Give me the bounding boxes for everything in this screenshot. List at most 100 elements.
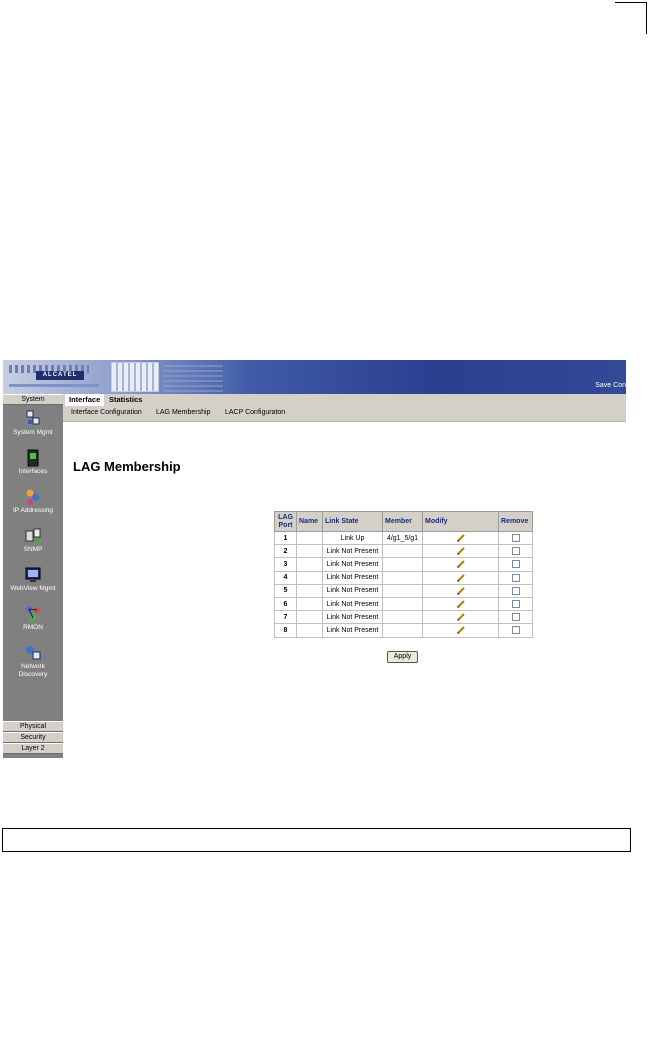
pencil-icon[interactable] bbox=[456, 533, 466, 543]
nav-label: IP Addressing bbox=[13, 507, 53, 514]
save-config-link[interactable]: Save Con bbox=[595, 382, 626, 389]
nav-physical-button[interactable]: Physical bbox=[3, 721, 63, 732]
cell-link-state: Link Not Present bbox=[322, 557, 383, 572]
table-row: 6 Link Not Present bbox=[274, 596, 533, 612]
cell-link-state: Link Not Present bbox=[322, 583, 383, 598]
nav-item-interfaces[interactable]: Interfaces bbox=[3, 449, 63, 476]
network-discovery-icon bbox=[26, 646, 41, 660]
rmon-icon bbox=[26, 606, 40, 622]
remove-checkbox[interactable] bbox=[511, 560, 520, 569]
cell-member bbox=[382, 583, 423, 598]
cell-member bbox=[382, 544, 423, 559]
nav-item-webview-mgmt[interactable]: WebView Mgmt bbox=[3, 566, 63, 593]
banner-background-art bbox=[163, 364, 223, 392]
cell-member bbox=[382, 557, 423, 572]
banner-device-image bbox=[111, 362, 159, 392]
caption-frame bbox=[2, 828, 631, 852]
cell-port: 3 bbox=[274, 557, 297, 572]
table-row: 5 Link Not Present bbox=[274, 583, 533, 598]
header-name: Name bbox=[296, 511, 323, 532]
remove-checkbox[interactable] bbox=[511, 547, 520, 556]
cell-remove bbox=[498, 596, 533, 612]
cell-port: 8 bbox=[274, 623, 297, 638]
cell-member bbox=[382, 596, 423, 612]
cell-name bbox=[296, 623, 323, 638]
table-row: 4 Link Not Present bbox=[274, 570, 533, 585]
remove-checkbox[interactable] bbox=[511, 626, 520, 635]
tab-interface[interactable]: Interface bbox=[65, 394, 105, 406]
subtab-lacp-configuration[interactable]: LACP Configuraton bbox=[225, 409, 285, 416]
cell-modify bbox=[422, 530, 499, 546]
nav-label: Interfaces bbox=[18, 468, 48, 475]
nav-label: RMON bbox=[23, 624, 43, 631]
nav-layer2-button[interactable]: Layer 2 bbox=[3, 743, 63, 754]
table-row: 8 Link Not Present bbox=[274, 623, 533, 638]
cell-name bbox=[296, 544, 323, 559]
cell-port: 4 bbox=[274, 570, 297, 585]
remove-checkbox[interactable] bbox=[511, 573, 520, 582]
cell-modify bbox=[422, 583, 499, 598]
cell-link-state: Link Up bbox=[322, 530, 383, 546]
cell-remove bbox=[498, 530, 533, 546]
cell-link-state: Link Not Present bbox=[322, 544, 383, 559]
header-member: Member bbox=[382, 511, 423, 532]
cell-remove bbox=[498, 570, 533, 585]
corner-line-right bbox=[646, 2, 647, 34]
cell-port: 5 bbox=[274, 583, 297, 598]
remove-checkbox[interactable] bbox=[511, 613, 520, 622]
header-link-state: Link State bbox=[322, 511, 383, 532]
cell-modify bbox=[422, 623, 499, 638]
cell-name bbox=[296, 610, 323, 625]
cell-name bbox=[296, 583, 323, 598]
remove-checkbox[interactable] bbox=[511, 600, 520, 609]
webview-mgmt-icon bbox=[25, 567, 41, 582]
pencil-icon[interactable] bbox=[456, 599, 466, 609]
nav-system-button[interactable]: System bbox=[3, 394, 63, 405]
cell-member bbox=[382, 623, 423, 638]
subtab-bar: Interface Configuration LAG Membership L… bbox=[63, 406, 626, 422]
nav-item-ip-addressing[interactable]: IP Addressing bbox=[3, 488, 63, 515]
nav-item-network-discovery[interactable]: Network Discovery bbox=[3, 644, 63, 679]
cell-remove bbox=[498, 557, 533, 572]
header-banner: ALCATEL Save Con bbox=[3, 360, 626, 394]
page-title: LAG Membership bbox=[73, 459, 181, 474]
header-modify: Modify bbox=[422, 511, 499, 532]
header-remove: Remove bbox=[498, 511, 533, 532]
pencil-icon[interactable] bbox=[456, 559, 466, 569]
cell-port: 7 bbox=[274, 610, 297, 625]
snmp-icon bbox=[25, 528, 41, 543]
remove-checkbox[interactable] bbox=[511, 534, 520, 543]
table-row: 7 Link Not Present bbox=[274, 610, 533, 625]
apply-button[interactable]: Apply bbox=[387, 651, 418, 663]
pencil-icon[interactable] bbox=[456, 573, 466, 583]
pencil-icon[interactable] bbox=[456, 612, 466, 622]
lag-membership-table: LAG Port Name Link State Member Modify R… bbox=[274, 511, 533, 638]
cell-name bbox=[296, 557, 323, 572]
page-corner-mark bbox=[615, 2, 647, 34]
tab-statistics[interactable]: Statistics bbox=[105, 394, 146, 406]
nav-security-button[interactable]: Security bbox=[3, 732, 63, 743]
nav-item-snmp[interactable]: SNMP bbox=[3, 527, 63, 554]
subtab-lag-membership[interactable]: LAG Membership bbox=[156, 409, 210, 416]
pencil-icon[interactable] bbox=[456, 586, 466, 596]
table-row: 3 Link Not Present bbox=[274, 557, 533, 572]
nav-label: SNMP bbox=[23, 546, 43, 553]
nav-item-rmon[interactable]: RMON bbox=[3, 605, 63, 632]
cell-port: 2 bbox=[274, 544, 297, 559]
alcatel-logo: ALCATEL bbox=[36, 371, 84, 380]
cell-modify bbox=[422, 570, 499, 585]
interfaces-icon bbox=[27, 449, 39, 467]
pencil-icon[interactable] bbox=[456, 546, 466, 556]
cell-modify bbox=[422, 596, 499, 612]
remove-checkbox[interactable] bbox=[511, 586, 520, 595]
tab-bar: Interface Statistics bbox=[63, 394, 626, 406]
cell-modify bbox=[422, 557, 499, 572]
system-mgmt-icon bbox=[26, 410, 40, 425]
subtab-interface-configuration[interactable]: Interface Configuration bbox=[71, 409, 142, 416]
cell-modify bbox=[422, 610, 499, 625]
table-row: 1 Link Up 4/g1_5/g1 bbox=[274, 530, 533, 546]
pencil-icon[interactable] bbox=[456, 625, 466, 635]
nav-item-system-mgmt[interactable]: System Mgmt bbox=[3, 410, 63, 437]
cell-link-state: Link Not Present bbox=[322, 570, 383, 585]
ip-addressing-icon bbox=[26, 489, 40, 505]
